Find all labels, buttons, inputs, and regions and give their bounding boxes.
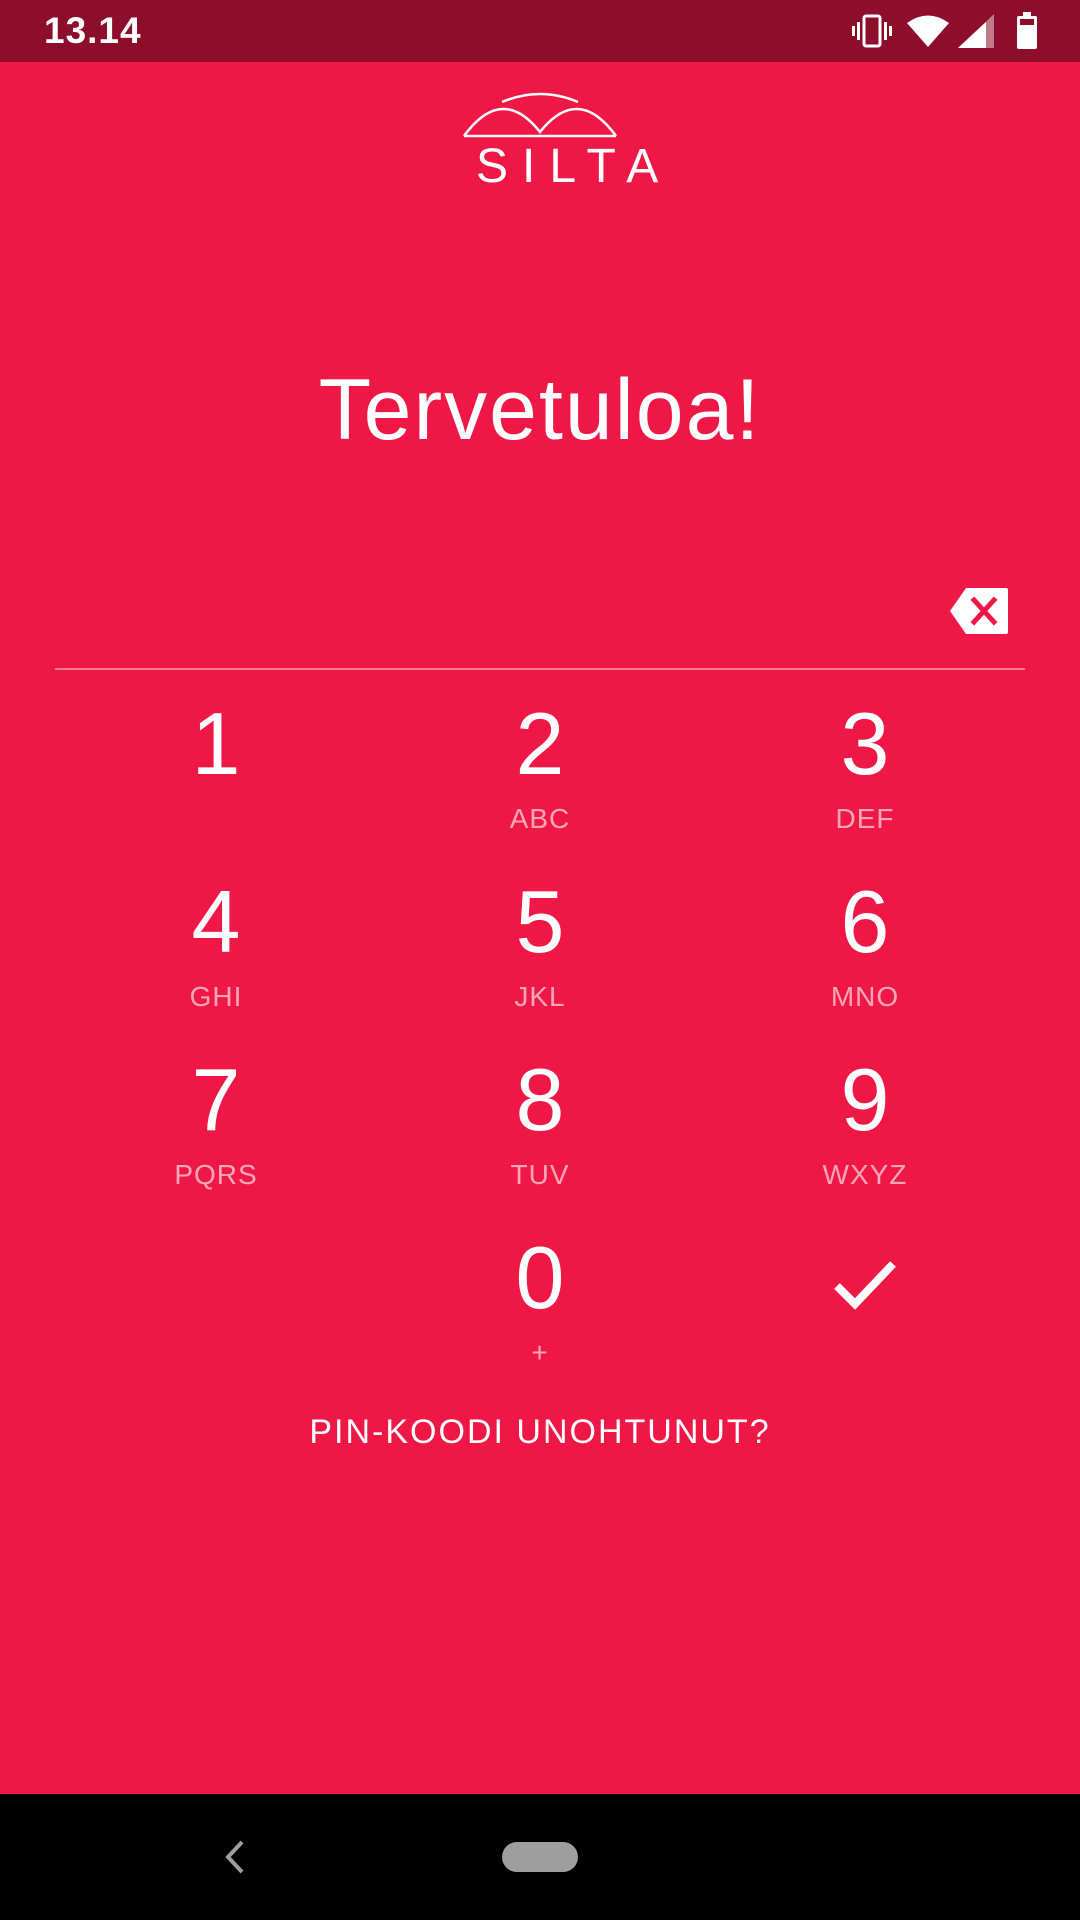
key-2[interactable]: 2 ABC <box>410 690 670 860</box>
key-letters: ABC <box>509 803 571 834</box>
wifi-icon <box>906 14 950 53</box>
logo-text: SILTA <box>476 140 673 193</box>
silta-logo: SILTA <box>462 92 673 193</box>
key-digit: 3 <box>840 694 890 793</box>
back-icon <box>225 1840 244 1874</box>
key-digit: 2 <box>515 694 565 793</box>
vibrate-icon <box>852 14 892 53</box>
forgot-pin-link[interactable]: PIN-KOODI UNOHTUNUT? <box>0 1412 1080 1452</box>
key-digit: 4 <box>191 872 241 971</box>
backspace-button[interactable] <box>950 588 1008 634</box>
back-button[interactable] <box>216 1834 252 1880</box>
key-letters: WXYZ <box>822 1159 908 1190</box>
key-letters: + <box>531 1337 549 1368</box>
bridge-icon <box>462 92 618 138</box>
key-digit: 5 <box>515 872 565 971</box>
key-digit: 9 <box>840 1050 890 1149</box>
key-letters: TUV <box>510 1159 570 1190</box>
key-0[interactable]: 0 + <box>410 1224 670 1394</box>
key-letters: GHI <box>189 981 243 1012</box>
signal-icon <box>958 14 994 53</box>
battery-icon <box>1016 12 1038 55</box>
backspace-icon <box>950 588 1008 634</box>
key-6[interactable]: 6 MNO <box>735 868 995 1038</box>
key-digit: 8 <box>515 1050 565 1149</box>
status-bar: 13.14 <box>0 0 1080 62</box>
key-digit: 0 <box>515 1228 565 1327</box>
key-letters: PQRS <box>174 1159 258 1190</box>
key-3[interactable]: 3 DEF <box>735 690 995 860</box>
key-letters: DEF <box>835 803 895 834</box>
status-time: 13.14 <box>44 10 142 51</box>
key-letters: JKL <box>514 981 566 1012</box>
key-1[interactable]: 1 <box>86 690 346 860</box>
key-digit: 1 <box>191 694 241 793</box>
welcome-title: Tervetuloa! <box>318 362 762 458</box>
key-5[interactable]: 5 JKL <box>410 868 670 1038</box>
key-7[interactable]: 7 PQRS <box>86 1046 346 1216</box>
confirm-button[interactable] <box>735 1224 995 1374</box>
pin-input-underline <box>55 668 1025 670</box>
key-digit: 7 <box>191 1050 241 1149</box>
checkmark-icon <box>834 1261 896 1310</box>
key-letters: MNO <box>830 981 900 1012</box>
key-digit: 6 <box>840 872 890 971</box>
key-8[interactable]: 8 TUV <box>410 1046 670 1216</box>
navigation-bar <box>0 1794 1080 1920</box>
home-button[interactable] <box>502 1842 578 1872</box>
key-9[interactable]: 9 WXYZ <box>735 1046 995 1216</box>
key-4[interactable]: 4 GHI <box>86 868 346 1038</box>
